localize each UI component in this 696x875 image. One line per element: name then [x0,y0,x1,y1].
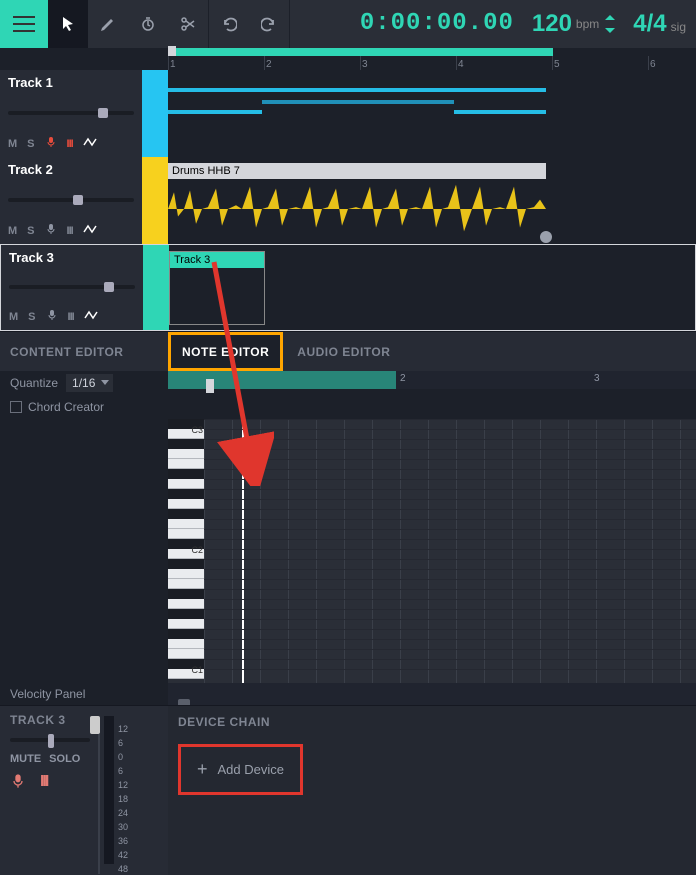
time-value[interactable]: 0:00:00.00 [360,12,514,36]
device-chain-label: DEVICE CHAIN [178,716,686,728]
chord-creator-label: Chord Creator [28,400,104,414]
volume-meter: 126061218243036424854 [90,706,160,875]
channel-strip: TRACK 3 MUTE SOLO III 126061218243036424… [0,706,168,875]
track-volume-slider[interactable] [8,111,134,115]
track-color-strip [142,70,168,157]
transport-display: 0:00:00.00 120 bpm 4/4 sig [290,0,696,48]
scissors-tool[interactable] [168,0,208,48]
mixer-icon[interactable]: III [67,225,73,237]
meter-scale: 126061218243036424854 [118,716,128,875]
pan-slider[interactable] [10,738,90,742]
tempo-label: bpm [576,17,599,31]
undo-button[interactable] [209,0,249,48]
quantize-select[interactable]: 1/16 [66,374,113,392]
tool-group-edit [48,0,208,48]
loop-region-bar[interactable] [168,48,553,56]
track-lane-3[interactable]: Track 3 [169,245,695,330]
note-ruler-mark: 3 [594,373,600,384]
track-row-2[interactable]: Track 2 M S III Drums HHB 7 [0,157,696,244]
arm-record-icon[interactable] [10,773,26,794]
quantize-row: Quantize 1/16 [0,371,168,395]
mixer-icon[interactable]: III [67,138,73,150]
note-ruler-mark: 2 [400,373,406,384]
automation-icon[interactable] [84,310,98,323]
solo-button[interactable]: SOLO [49,754,80,765]
track-row-3[interactable]: Track 3 M S III Track 3 [0,244,696,331]
solo-button[interactable]: S [28,311,35,323]
add-device-button[interactable]: + Add Device [178,744,303,795]
track-header-2[interactable]: Track 2 M S III [0,157,142,244]
tab-note-editor[interactable]: NOTE EDITOR [168,332,283,371]
mute-button[interactable]: M [8,225,17,237]
add-device-label: Add Device [218,762,284,777]
editor-tabs-row: CONTENT EDITOR NOTE EDITOR AUDIO EDITOR [0,331,696,371]
pointer-tool[interactable] [48,0,88,48]
fader-cap[interactable] [90,716,100,734]
tool-group-history [209,0,289,48]
key-label-c2: C2 [191,545,203,555]
mixer-icon[interactable]: III [40,773,47,794]
solo-button[interactable]: S [27,138,34,150]
clip-label: Track 3 [170,252,264,268]
track-header-3[interactable]: Track 3 M S III [1,245,143,330]
mixer-icon[interactable]: III [68,311,74,323]
quantize-label: Quantize [10,376,58,390]
midi-clip-track3[interactable]: Track 3 [169,251,265,325]
fader-track[interactable] [90,734,100,874]
chord-creator-checkbox[interactable] [10,401,22,413]
piano-keys[interactable]: C3 C2 C1 [168,419,204,683]
solo-button[interactable]: S [27,225,34,237]
mixer-device-section: TRACK 3 MUTE SOLO III 126061218243036424… [0,705,696,875]
device-chain-panel: DEVICE CHAIN + Add Device [168,706,696,875]
arm-record-icon[interactable] [45,223,57,238]
note-clip-region[interactable] [168,371,396,389]
note-editor-left-panel [0,419,168,683]
arm-record-icon[interactable] [46,309,58,324]
chord-creator-row[interactable]: Chord Creator [0,395,168,419]
track-name[interactable]: Track 2 [8,163,134,176]
velocity-panel-label[interactable]: Velocity Panel [0,683,168,705]
tempo-value[interactable]: 120 [532,12,572,36]
plus-icon: + [197,759,208,780]
timer-tool[interactable] [128,0,168,48]
level-meter [104,716,114,864]
piano-roll: C3 C2 C1 [168,419,696,683]
audio-clip-drums[interactable]: Drums HHB 7 [168,163,546,237]
track-volume-slider[interactable] [8,198,134,202]
track-lane-2[interactable]: Drums HHB 7 [168,157,696,244]
main-toolbar: 0:00:00.00 120 bpm 4/4 sig [0,0,696,48]
automation-icon[interactable] [83,224,97,237]
clip-label: Drums HHB 7 [168,163,546,179]
note-grid[interactable] [204,419,696,683]
tempo-stepper[interactable] [605,15,615,33]
track-header-1[interactable]: Track 1 M S III [0,70,142,157]
note-editor-area: C3 C2 C1 [0,419,696,683]
note-ruler[interactable]: 2 3 [168,371,696,389]
redo-button[interactable] [249,0,289,48]
key-label-c3: C3 [191,425,203,435]
track-color-strip [142,157,168,244]
track-row-1[interactable]: Track 1 M S III [0,70,696,157]
mute-button[interactable]: MUTE [10,754,41,765]
automation-icon[interactable] [83,137,97,150]
track-lane-1[interactable] [168,70,696,157]
hamburger-button[interactable] [0,0,48,48]
track-color-strip [143,245,169,330]
clip-fade-handle[interactable] [540,231,552,243]
note-playhead-handle[interactable] [206,379,214,393]
arm-record-icon[interactable] [45,136,57,151]
mute-button[interactable]: M [9,311,18,323]
mute-button[interactable]: M [8,138,17,150]
time-signature[interactable]: 4/4 sig [633,12,686,36]
pencil-tool[interactable] [88,0,128,48]
content-editor-label: CONTENT EDITOR [0,332,168,371]
tab-audio-editor[interactable]: AUDIO EDITOR [283,332,404,371]
track-name[interactable]: Track 3 [9,251,135,264]
track-volume-slider[interactable] [9,285,135,289]
track-name[interactable]: Track 1 [8,76,134,89]
sig-label: sig [671,20,686,34]
key-label-c1: C1 [191,665,203,675]
